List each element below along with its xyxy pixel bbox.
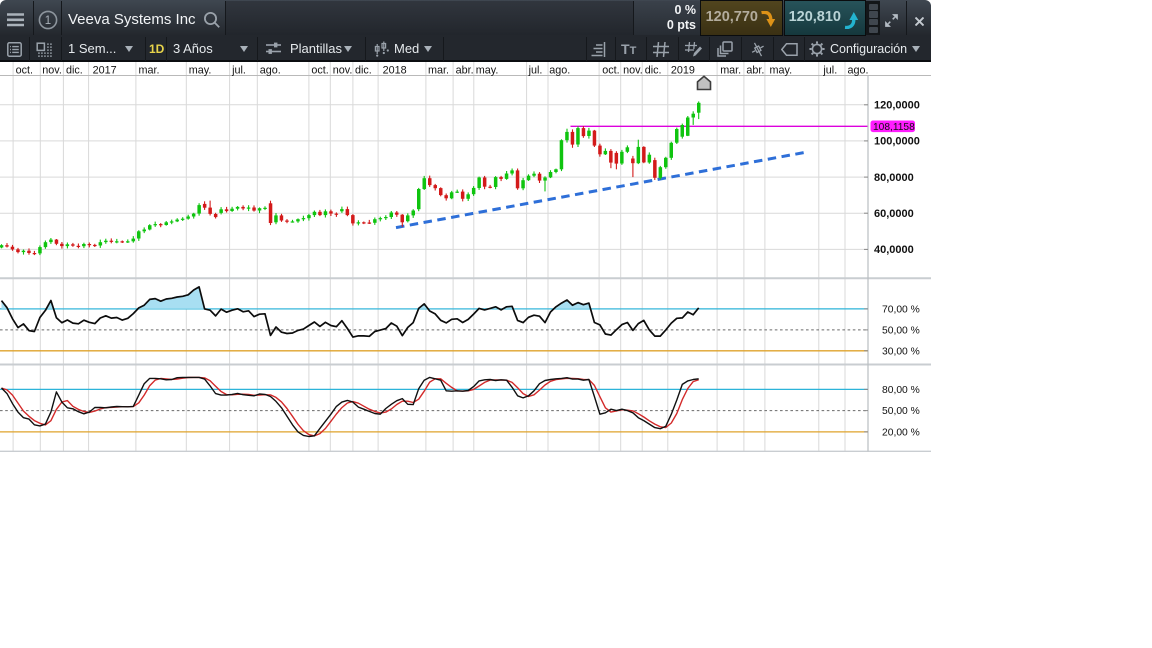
svg-text:may.: may.: [770, 65, 793, 77]
svg-text:dic.: dic.: [645, 65, 662, 77]
svg-text:100,0000: 100,0000: [874, 136, 920, 148]
svg-text:50,00 %: 50,00 %: [882, 325, 920, 336]
svg-text:2017: 2017: [93, 65, 117, 77]
svg-text:40,0000: 40,0000: [874, 244, 914, 256]
svg-text:mar.: mar.: [720, 65, 741, 77]
svg-text:jul.: jul.: [822, 65, 837, 77]
svg-text:2019: 2019: [671, 65, 695, 77]
svg-text:80,00 %: 80,00 %: [882, 385, 920, 396]
svg-text:jul.: jul.: [231, 65, 246, 77]
svg-text:jul.: jul.: [528, 65, 543, 77]
svg-text:may.: may.: [189, 65, 212, 77]
svg-text:oct.: oct.: [311, 65, 328, 77]
svg-text:mar.: mar.: [139, 65, 160, 77]
svg-text:oct.: oct.: [16, 65, 33, 77]
svg-text:ago.: ago.: [549, 65, 570, 77]
svg-text:ago.: ago.: [848, 65, 869, 77]
svg-text:108,1158: 108,1158: [873, 122, 915, 133]
svg-text:nov.: nov.: [623, 65, 643, 77]
svg-text:abr.: abr.: [746, 65, 764, 77]
svg-text:20,00 %: 20,00 %: [882, 427, 920, 438]
svg-text:80,0000: 80,0000: [874, 172, 914, 184]
svg-text:ago.: ago.: [260, 65, 281, 77]
svg-text:30,00 %: 30,00 %: [882, 346, 920, 357]
svg-text:dic.: dic.: [355, 65, 372, 77]
svg-text:oct.: oct.: [602, 65, 619, 77]
svg-text:60,0000: 60,0000: [874, 208, 914, 220]
svg-text:dic.: dic.: [66, 65, 83, 77]
svg-text:nov.: nov.: [42, 65, 62, 77]
svg-text:2018: 2018: [383, 65, 407, 77]
svg-text:1: 1: [45, 15, 51, 27]
svg-text:70,00 %: 70,00 %: [882, 304, 920, 315]
svg-text:120,0000: 120,0000: [874, 100, 920, 112]
svg-text:mar.: mar.: [428, 65, 449, 77]
svg-text:abr.: abr.: [456, 65, 474, 77]
svg-text:50,00 %: 50,00 %: [882, 406, 920, 417]
svg-text:may.: may.: [476, 65, 499, 77]
svg-text:nov.: nov.: [333, 65, 353, 77]
